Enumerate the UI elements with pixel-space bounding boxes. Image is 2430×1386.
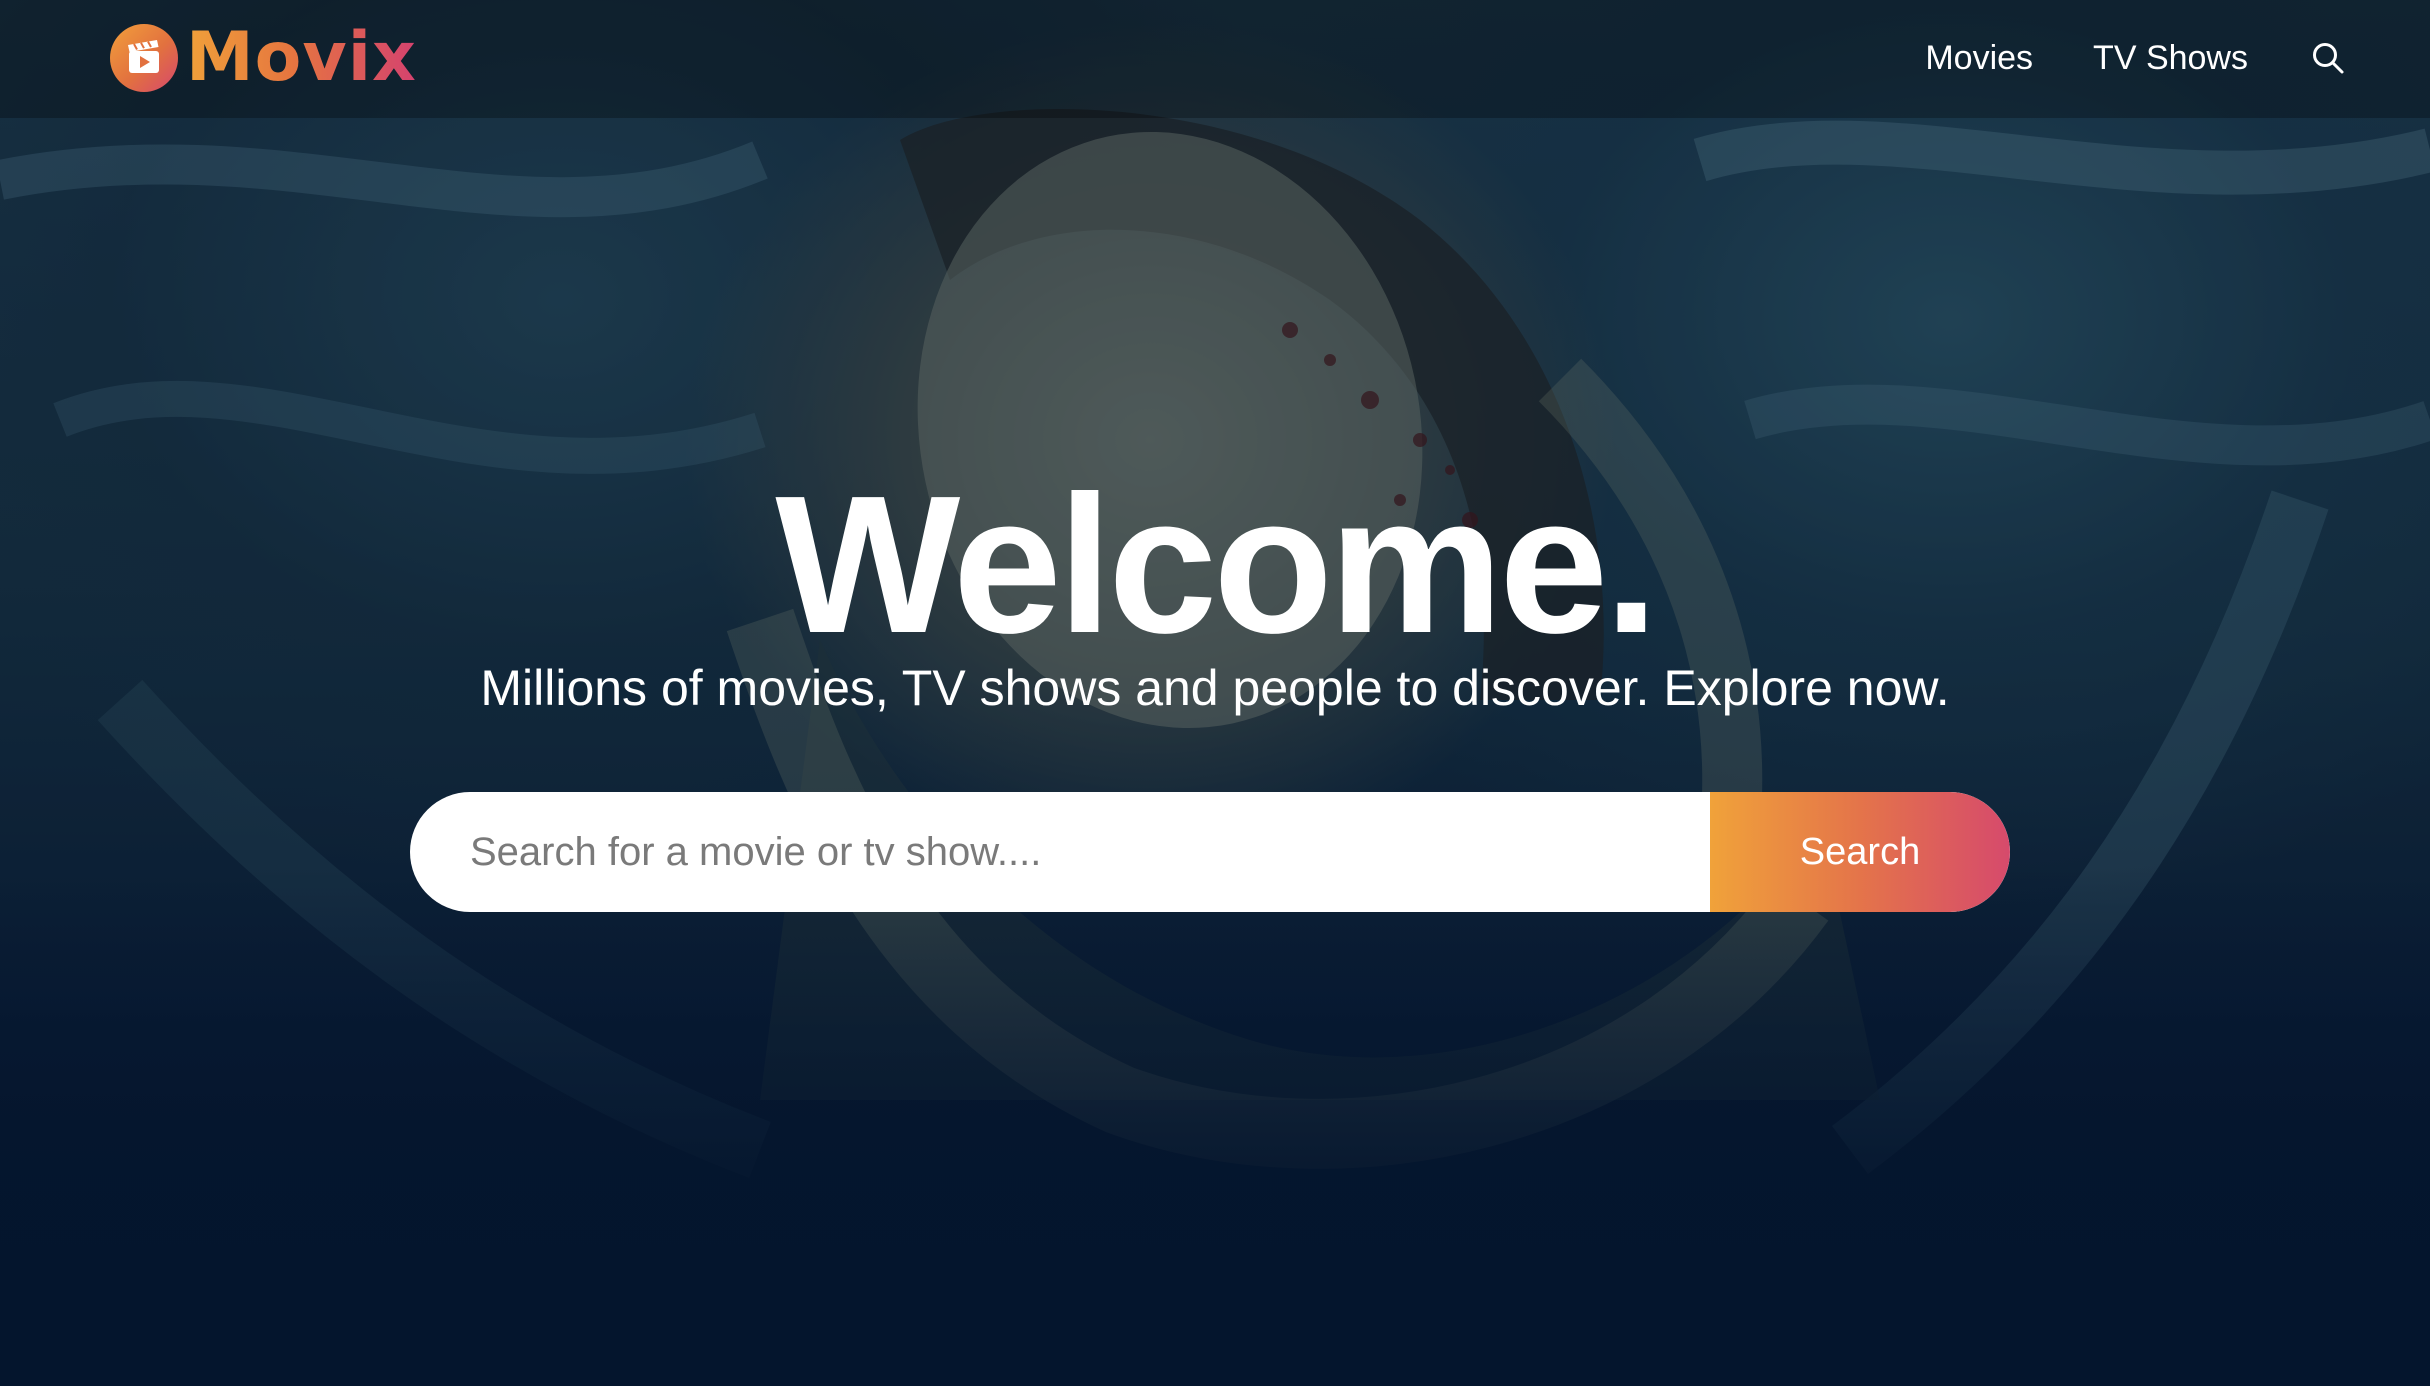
hero-title: Welcome. xyxy=(775,455,1658,674)
nav-item-movies[interactable]: Movies xyxy=(1925,39,2033,78)
main-nav: Movies TV Shows xyxy=(1865,0,2348,116)
search-input[interactable] xyxy=(410,792,1710,912)
nav-item-tv-shows[interactable]: TV Shows xyxy=(2093,39,2248,78)
hero-search-bar: Search xyxy=(410,792,2010,912)
site-header: Movix Movies TV Shows xyxy=(0,0,2430,118)
hero-subtitle: Millions of movies, TV shows and people … xyxy=(480,660,1950,716)
hero-section: Welcome. Millions of movies, TV shows an… xyxy=(0,0,2430,1386)
brand-logo[interactable]: Movix xyxy=(110,22,417,94)
clapperboard-play-icon xyxy=(110,24,178,92)
brand-name: Movix xyxy=(186,18,417,97)
search-icon[interactable] xyxy=(2308,38,2348,78)
search-button[interactable]: Search xyxy=(1710,792,2010,912)
page: Movix Movies TV Shows Welcome. Millions … xyxy=(0,0,2430,1386)
